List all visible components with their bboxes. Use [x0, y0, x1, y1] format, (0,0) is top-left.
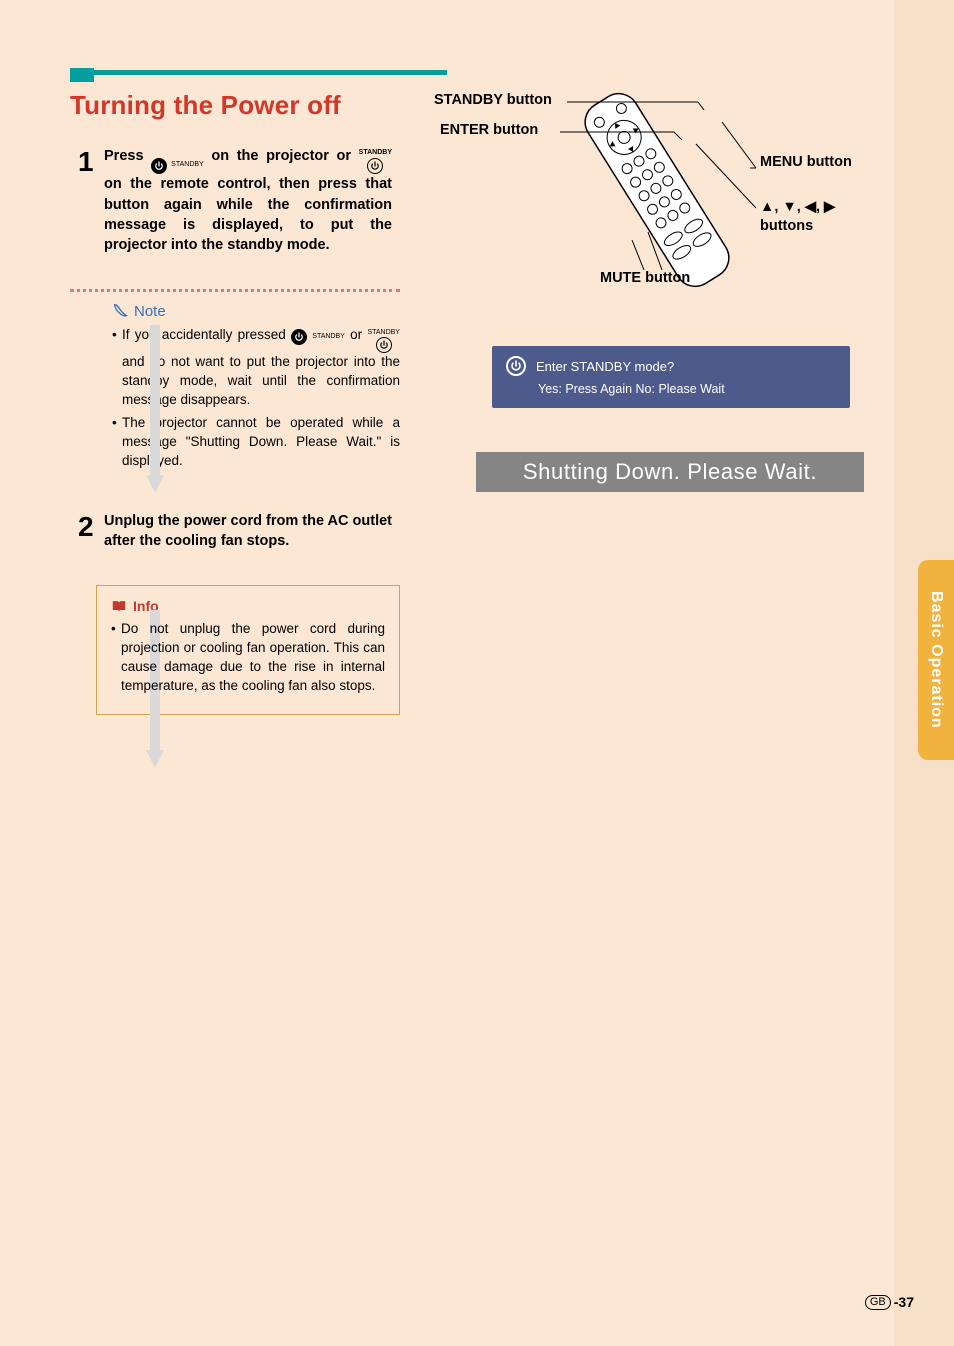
standby-remote-icon-stack: STANDBY [359, 149, 392, 174]
shutting-message: Shutting Down. Please Wait. [476, 452, 864, 492]
step-number: 2 [78, 513, 104, 541]
label-enter-button: ENTER button [440, 122, 538, 138]
dotted-divider [70, 289, 400, 292]
power-icon [506, 356, 526, 376]
region-badge: GB [865, 1295, 891, 1310]
remote-diagram: STANDBY button ENTER button MENU button … [432, 80, 872, 310]
label-standby-button: STANDBY button [434, 92, 552, 108]
label-arrow-buttons: ▲, ▼, ◀, ▶ buttons [760, 198, 835, 236]
standby-remote-icon [367, 158, 383, 174]
info-box: Info Do not unplug the power cord during… [96, 585, 400, 715]
dialog-line1: Enter STANDBY mode? [536, 359, 674, 374]
page-number: GB -37 [865, 1294, 914, 1310]
section-title: Turning the Power off [70, 90, 341, 121]
label-mute-button: MUTE button [600, 270, 690, 286]
standby-dialog: Enter STANDBY mode? Yes: Press Again No:… [492, 346, 850, 408]
standby-remote-icon-stack: STANDBY [367, 329, 400, 353]
flow-arrow-1 [146, 325, 164, 495]
standby-projector-icon [151, 158, 167, 174]
section-tab: Basic Operation [918, 560, 954, 760]
note-block: Note If you accidentally pressed STANDBY… [70, 302, 400, 470]
step-2-text: Unplug the power cord from the AC outlet… [104, 511, 392, 552]
info-item-1: Do not unplug the power cord during proj… [111, 620, 385, 696]
note-header: Note [112, 302, 400, 320]
step-number: 1 [78, 148, 104, 176]
remote-illustration [578, 86, 737, 294]
label-menu-button: MENU button [760, 154, 852, 171]
step-1-text: Press STANDBY on the projector or STANDB… [104, 146, 392, 255]
section-accent [70, 68, 94, 82]
step-1: 1 Press STANDBY on the projector or STAN… [70, 140, 400, 261]
step-2: 2 Unplug the power cord from the AC outl… [70, 505, 400, 558]
section-rule [70, 70, 447, 75]
dialog-line2: Yes: Press Again No: Please Wait [506, 382, 836, 396]
info-icon [111, 600, 127, 613]
note-icon [112, 302, 130, 320]
standby-remote-icon [376, 337, 392, 353]
standby-projector-icon [291, 329, 307, 345]
